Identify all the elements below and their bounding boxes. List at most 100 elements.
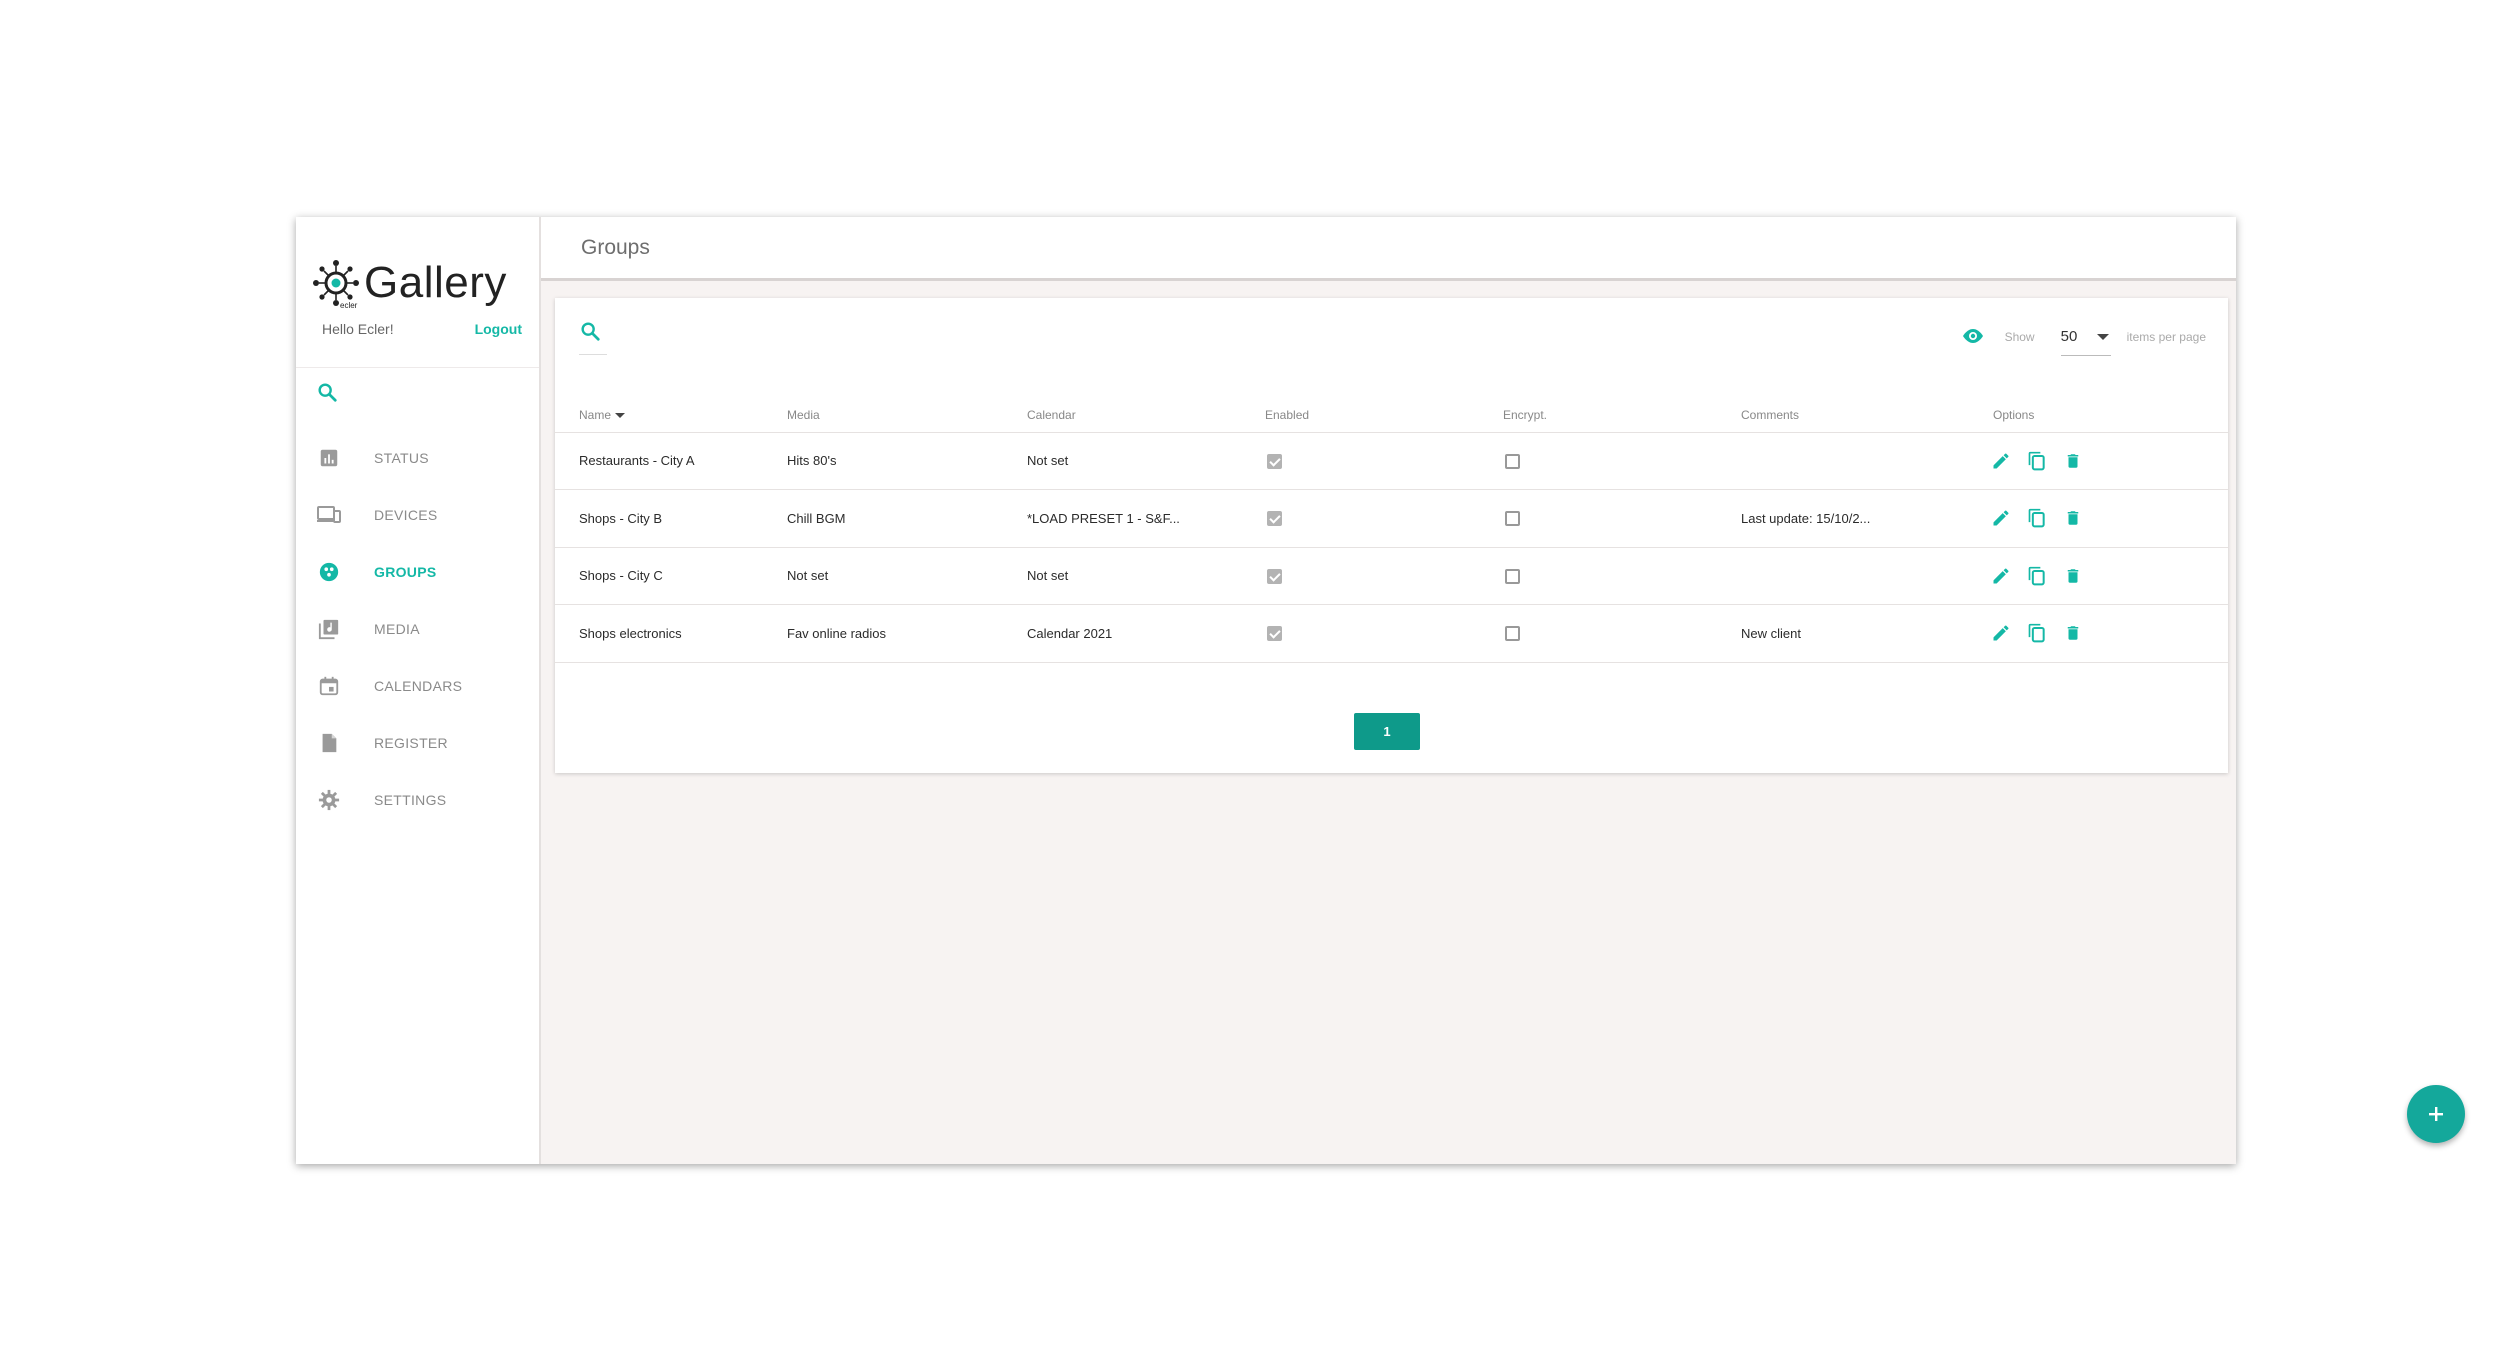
cell-name: Shops - City B (555, 489, 787, 548)
sidebar-item-groups[interactable]: GROUPS (296, 543, 539, 600)
cell-options (1985, 432, 2228, 490)
gear-icon (316, 787, 342, 813)
sidebar-item-label: SETTINGS (374, 791, 447, 808)
logo-sub: ecler (340, 301, 358, 309)
column-header-name[interactable]: Name (555, 398, 787, 433)
copy-icon[interactable] (2025, 506, 2049, 530)
items-per-page-select[interactable]: 50 (2060, 318, 2111, 356)
copy-icon[interactable] (2025, 449, 2049, 473)
sidebar-item-register[interactable]: REGISTER (296, 714, 539, 771)
per-page-value: 50 (2060, 328, 2078, 345)
edit-icon[interactable] (1989, 506, 2013, 530)
edit-icon[interactable] (1989, 564, 2013, 588)
sort-down-icon (615, 413, 626, 419)
table-row[interactable]: Shops - City B Chill BGM *LOAD PRESET 1 - … (555, 489, 2228, 548)
eye-icon[interactable] (1961, 327, 1985, 348)
app-window: ecler Gallery Hello Ecler! Logout STATUS (296, 217, 2465, 1164)
main-content: Groups Show 50 items per page Name Media… (541, 217, 2465, 1164)
chevron-down-icon (2096, 333, 2109, 340)
table-row[interactable]: Restaurants - City A Hits 80's Not set (555, 432, 2228, 490)
search-input[interactable] (579, 354, 607, 355)
sidebar-nav: STATUS DEVICES GROUPS MEDIA CALENDARS RE… (296, 429, 539, 828)
cell-enabled (1265, 604, 1503, 663)
delete-icon[interactable] (2061, 449, 2085, 473)
top-bar: Groups (541, 217, 2236, 281)
library-music-icon (316, 616, 342, 642)
cell-encrypt (1503, 604, 1741, 663)
edit-icon[interactable] (1989, 621, 2013, 645)
cell-calendar: Calendar 2021 (1027, 604, 1265, 663)
logo-icon: ecler (310, 257, 362, 310)
group-icon (316, 559, 342, 585)
sidebar-item-media[interactable]: MEDIA (296, 600, 539, 657)
table-header-row: Name Media Calendar Enabled Encrypt. Com… (555, 398, 2228, 433)
sidebar-search-icon[interactable] (316, 381, 338, 408)
cell-name: Shops electronics (555, 604, 787, 663)
sidebar-item-settings[interactable]: SETTINGS (296, 771, 539, 828)
cell-name: Restaurants - City A (555, 432, 787, 490)
sidebar-divider (296, 367, 539, 368)
table-row[interactable]: Shops - City C Not set Not set (555, 547, 2228, 605)
page-button-1[interactable]: 1 (1354, 713, 1420, 750)
enabled-checkbox[interactable] (1267, 626, 1282, 642)
sidebar-item-label: MEDIA (374, 620, 420, 637)
cell-encrypt (1503, 489, 1741, 548)
sidebar-item-status[interactable]: STATUS (296, 429, 539, 486)
column-header-enabled: Enabled (1265, 398, 1503, 433)
cell-media: Chill BGM (787, 489, 1027, 548)
view-controls: Show 50 items per page (1961, 318, 2206, 356)
devices-icon (316, 502, 342, 528)
enabled-checkbox[interactable] (1267, 511, 1282, 527)
sidebar-item-label: DEVICES (374, 506, 438, 523)
enabled-checkbox[interactable] (1267, 568, 1282, 584)
encrypt-checkbox[interactable] (1505, 453, 1520, 469)
sidebar-item-devices[interactable]: DEVICES (296, 486, 539, 543)
cell-calendar: Not set (1027, 547, 1265, 605)
add-group-button[interactable] (2407, 1085, 2465, 1143)
column-header-media: Media (787, 398, 1027, 433)
table-row[interactable]: Shops electronics Fav online radios Calend… (555, 604, 2228, 663)
sidebar-item-label: GROUPS (374, 563, 437, 580)
delete-icon[interactable] (2061, 621, 2085, 645)
cell-name: Shops - City C (555, 547, 787, 605)
enabled-checkbox[interactable] (1267, 453, 1282, 469)
logout-link[interactable]: Logout (475, 321, 522, 337)
user-row: Hello Ecler! Logout (322, 321, 522, 337)
calendar-icon (316, 673, 342, 699)
sidebar-item-calendars[interactable]: CALENDARS (296, 657, 539, 714)
sidebar-item-label: STATUS (374, 449, 429, 466)
delete-icon[interactable] (2061, 564, 2085, 588)
cell-media: Fav online radios (787, 604, 1027, 663)
column-header-options: Options (1985, 398, 2228, 433)
encrypt-checkbox[interactable] (1505, 568, 1520, 584)
encrypt-checkbox[interactable] (1505, 511, 1520, 527)
cell-comments: Last update: 15/10/2... (1741, 489, 1985, 548)
bar-chart-icon (316, 445, 342, 471)
cell-enabled (1265, 547, 1503, 605)
cell-media: Not set (787, 547, 1027, 605)
table-search-icon[interactable] (579, 320, 601, 347)
delete-icon[interactable] (2061, 506, 2085, 530)
groups-table: Name Media Calendar Enabled Encrypt. Com… (555, 398, 2228, 663)
show-label: Show (2004, 330, 2035, 344)
sidebar: ecler Gallery Hello Ecler! Logout STATUS (296, 217, 541, 1164)
per-page-label: items per page (2126, 330, 2206, 344)
cell-enabled (1265, 432, 1503, 490)
column-header-calendar: Calendar (1027, 398, 1265, 433)
cell-encrypt (1503, 547, 1741, 605)
encrypt-checkbox[interactable] (1505, 626, 1520, 642)
copy-icon[interactable] (2025, 564, 2049, 588)
brand-logo: ecler Gallery (310, 257, 507, 310)
greeting: Hello Ecler! (322, 321, 394, 337)
document-icon (316, 730, 342, 756)
edit-icon[interactable] (1989, 449, 2013, 473)
cell-calendar: *LOAD PRESET 1 - S&F... (1027, 489, 1265, 548)
cell-media: Hits 80's (787, 432, 1027, 490)
page-title: Groups (581, 235, 650, 259)
copy-icon[interactable] (2025, 621, 2049, 645)
cell-encrypt (1503, 432, 1741, 490)
cell-calendar: Not set (1027, 432, 1265, 490)
plus-icon (2429, 1107, 2443, 1121)
column-header-comments: Comments (1741, 398, 1985, 433)
groups-card: Show 50 items per page Name Media Calend… (555, 298, 2228, 773)
